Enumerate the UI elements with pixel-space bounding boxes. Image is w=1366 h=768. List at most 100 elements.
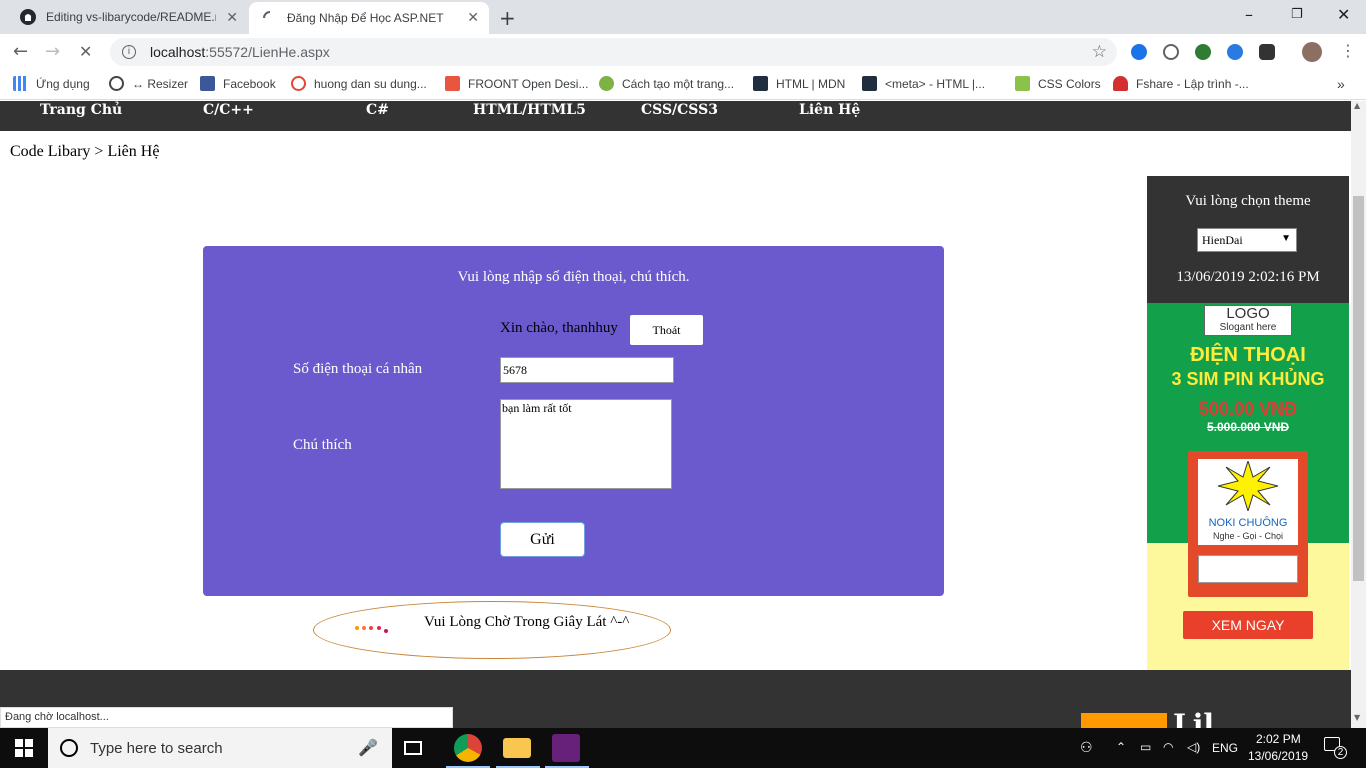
theme-sidebar: Vui lòng chọn theme HienDai ▼ 13/06/2019…	[1147, 176, 1349, 670]
bookmark-huong-dan[interactable]: huong dan su dung...	[291, 76, 427, 91]
bookmark-apps[interactable]: Ứng dụng	[13, 76, 90, 91]
bookmark-label: CSS Colors	[1038, 76, 1101, 91]
back-icon[interactable]: ←	[13, 41, 28, 62]
note-textarea[interactable]: bạn làm rất tốt	[500, 399, 672, 489]
stop-icon[interactable]: ✕	[79, 42, 92, 61]
nav-c-cpp[interactable]: C/C++	[203, 102, 254, 118]
chrome-icon[interactable]	[454, 734, 482, 762]
theme-label: Vui lòng chọn theme	[1185, 193, 1311, 209]
microphone-icon[interactable]: 🎤	[358, 738, 378, 757]
ad-tagline: Nghe - Gọi - Chọi	[1212, 531, 1284, 541]
loading-dot	[362, 626, 366, 630]
globe-icon	[109, 76, 124, 91]
bookmarks-bar: Ứng dụng ↔ Resizer Facebook huong dan su…	[0, 70, 1366, 100]
tab-title: Editing vs-libarycode/README.m	[46, 10, 216, 24]
nav-csharp[interactable]: C#	[366, 102, 389, 118]
form-instruction: Vui lòng nhập số điện thoại, chú thích.	[457, 269, 690, 285]
restore-icon[interactable]: ❐	[1291, 7, 1303, 22]
browser-toolbar: ← → ✕ i localhost:55572/LienHe.aspx ☆ ⋮	[0, 34, 1366, 70]
mdn-icon	[753, 76, 768, 91]
nav-html[interactable]: HTML/HTML5	[473, 102, 586, 118]
close-window-icon[interactable]: ✕	[1337, 5, 1350, 24]
phone-ad-banner[interactable]: LOGO Slogant here ĐIỆN THOẠI 3 SIM PIN K…	[1147, 303, 1349, 670]
task-view-icon[interactable]	[404, 741, 422, 755]
current-datetime: 13/06/2019 2:02:16 PM	[1176, 269, 1320, 285]
ad-logo-title: LOGO	[1226, 305, 1270, 322]
scroll-down-icon[interactable]: ▼	[1354, 713, 1360, 722]
visual-studio-icon[interactable]	[552, 734, 580, 762]
footer-logo	[1081, 713, 1167, 728]
nav-lien-he[interactable]: Liên Hệ	[799, 102, 860, 118]
phone-label: Số điện thoại cá nhân	[293, 361, 423, 377]
status-bar: Đang chờ localhost...	[0, 707, 453, 728]
scroll-up-icon[interactable]: ▲	[1354, 101, 1360, 110]
tab-active-dang-nhap[interactable]: Đăng Nhập Để Học ASP.NET ✕	[249, 2, 489, 34]
extension-puzzle-icon[interactable]	[1259, 44, 1275, 60]
loading-indicator: Vui Lòng Chờ Trong Giây Lát ^-^	[313, 601, 671, 659]
menu-icon[interactable]: ⋮	[1340, 41, 1356, 60]
github-icon	[20, 9, 36, 25]
close-tab-icon[interactable]: ✕	[226, 9, 238, 26]
bookmark-facebook[interactable]: Facebook	[200, 76, 276, 91]
cloud-icon	[1113, 76, 1128, 91]
volume-icon[interactable]: ◁)	[1187, 740, 1200, 754]
bookmark-star-icon[interactable]: ☆	[1092, 42, 1107, 62]
phone-input[interactable]	[500, 357, 674, 383]
site-info-icon[interactable]: i	[122, 45, 136, 59]
ad-cta-button[interactable]: XEM NGAY	[1183, 611, 1313, 639]
loading-spinner-icon	[263, 11, 271, 19]
facebook-icon	[200, 76, 215, 91]
bookmark-resizer[interactable]: ↔ Resizer	[109, 76, 188, 91]
wifi-icon[interactable]: ◠	[1163, 740, 1173, 754]
scrollbar-thumb[interactable]	[1353, 196, 1364, 581]
search-placeholder: Type here to search	[90, 739, 223, 757]
tray-chevron-icon[interactable]: ⌃	[1116, 740, 1126, 754]
address-bar[interactable]: i localhost:55572/LienHe.aspx ☆	[110, 38, 1117, 66]
bookmark-froont[interactable]: FROONT Open Desi...	[445, 76, 588, 91]
send-button[interactable]: Gửi	[500, 522, 585, 557]
language-indicator[interactable]: ENG	[1212, 741, 1238, 755]
ad-input-box	[1198, 555, 1298, 583]
extension-blue-icon[interactable]	[1131, 44, 1147, 60]
logout-button[interactable]: Thoát	[630, 315, 703, 345]
battery-icon[interactable]: ▭	[1140, 740, 1151, 754]
minimize-icon[interactable]: –	[1245, 5, 1253, 24]
extension-r-icon[interactable]	[1227, 44, 1243, 60]
profile-avatar[interactable]	[1302, 42, 1322, 62]
file-explorer-icon[interactable]	[503, 738, 531, 758]
bookmark-css-colors[interactable]: CSS Colors	[1015, 76, 1101, 91]
nav-trang-chu[interactable]: Trang Chủ	[40, 102, 122, 118]
windows-taskbar: Type here to search 🎤 ⚇ ⌃ ▭ ◠ ◁) ENG 2:0…	[0, 728, 1366, 768]
bookmark-mdn[interactable]: HTML | MDN	[753, 76, 845, 91]
bookmark-meta-mdn[interactable]: <meta> - HTML |...	[862, 76, 985, 91]
forward-icon[interactable]: →	[45, 41, 60, 62]
bookmark-fshare[interactable]: Fshare - Lập trình -...	[1113, 76, 1249, 91]
clock-time[interactable]: 2:02 PM	[1256, 732, 1301, 746]
loading-dot	[355, 626, 359, 630]
ad-logo: LOGO Slogant here	[1204, 305, 1292, 336]
taskbar-search[interactable]: Type here to search 🎤	[48, 728, 392, 768]
clock-date[interactable]: 13/06/2019	[1248, 749, 1308, 763]
windows-start-icon[interactable]	[15, 739, 33, 757]
page-scrollbar[interactable]: ▲ ▼	[1351, 101, 1366, 728]
more-bookmarks-icon[interactable]: »	[1337, 76, 1345, 92]
note-label: Chú thích	[293, 437, 352, 453]
theme-select[interactable]: HienDai ▼	[1197, 228, 1297, 252]
bookmark-label: FROONT Open Desi...	[468, 76, 589, 91]
contact-form-panel: Vui lòng nhập số điện thoại, chú thích. …	[203, 246, 944, 596]
dropdown-arrow-icon: ▼	[1281, 233, 1291, 244]
nav-css[interactable]: CSS/CSS3	[641, 102, 718, 118]
people-icon[interactable]: ⚇	[1080, 739, 1093, 756]
ad-headline-1: ĐIỆN THOẠI	[1190, 344, 1306, 366]
bookmark-label: ↔ Resizer	[132, 76, 189, 91]
apps-grid-icon	[13, 76, 28, 91]
extension-sync-icon[interactable]	[1163, 44, 1179, 60]
tab-github-readme[interactable]: Editing vs-libarycode/README.m ✕	[8, 0, 248, 34]
new-tab-icon[interactable]: +	[499, 6, 516, 30]
footer-text: Lil	[1173, 708, 1214, 728]
bookmark-cach-tao[interactable]: Cách tạo một trang...	[599, 76, 734, 91]
close-tab-icon[interactable]: ✕	[467, 9, 479, 26]
url-path: :55572/LienHe.aspx	[205, 44, 330, 60]
extension-globe-icon[interactable]	[1195, 44, 1211, 60]
bookmark-label: Cách tạo một trang...	[622, 76, 735, 91]
